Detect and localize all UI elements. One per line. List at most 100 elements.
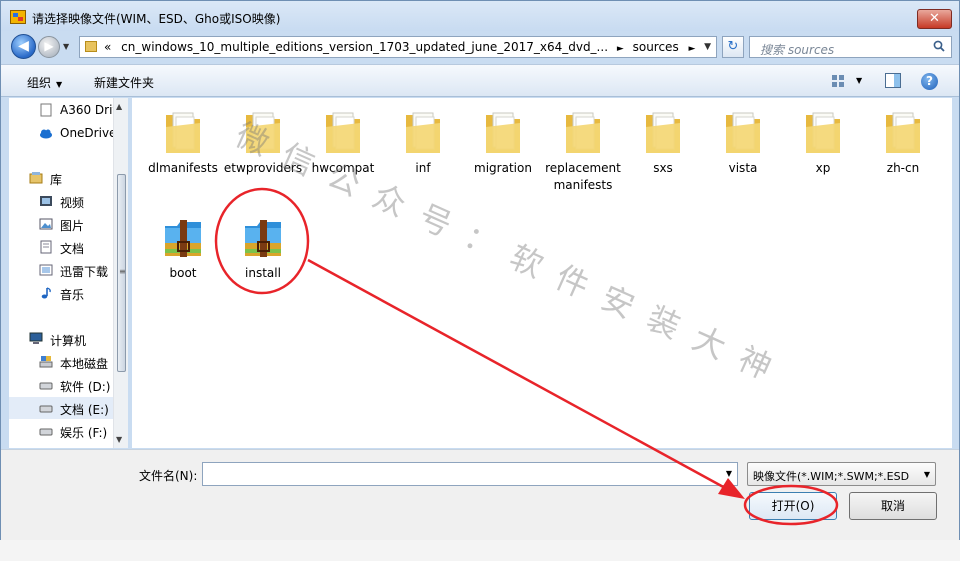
archive-icon <box>165 220 201 257</box>
file-item-migration[interactable]: migration <box>463 103 543 208</box>
dialog-footer: 文件名(N): ▼ 映像文件(*.WIM;*.SWM;*.ESD ▼ 打开(O)… <box>1 449 959 540</box>
video-icon <box>40 196 52 206</box>
document-icon <box>40 103 52 117</box>
search-icon[interactable] <box>933 40 945 52</box>
drive-icon <box>39 356 53 368</box>
sidebar-item-label: 文档 <box>60 242 85 256</box>
back-button[interactable]: ◀ <box>11 34 36 59</box>
folder-icon <box>806 112 840 153</box>
title-bar: 请选择映像文件(WIM、ESD、Gho或ISO映像) ✕ <box>1 1 959 31</box>
sidebar-item-pictures[interactable]: 图片 <box>9 213 115 235</box>
sidebar-item-label: 库 <box>50 173 63 187</box>
download-icon <box>39 264 53 276</box>
close-button[interactable]: ✕ <box>917 9 952 29</box>
file-item-vista[interactable]: vista <box>703 103 783 208</box>
folder-icon <box>406 112 440 153</box>
search-input[interactable]: 搜索 sources <box>749 36 952 58</box>
filename-input[interactable]: ▼ <box>202 462 738 486</box>
folder-icon <box>726 112 760 153</box>
file-name: xp <box>815 161 831 175</box>
sidebar-item-label: 文档 (E:) <box>60 403 109 417</box>
address-bar: ◀ ▶ ▼ « cn_windows_10_multiple_editions_… <box>1 31 959 63</box>
drive-icon <box>39 405 53 413</box>
recent-pages-dropdown[interactable]: ▼ <box>63 42 69 51</box>
folder-icon <box>566 112 600 153</box>
file-name: sxs <box>653 161 673 175</box>
file-item-hwcompat[interactable]: hwcompat <box>303 103 383 208</box>
sidebar-item-drive-d[interactable]: 软件 (D:) <box>9 374 115 396</box>
sidebar-item-library[interactable]: 库 <box>9 167 115 189</box>
file-item-install[interactable]: install <box>223 208 303 313</box>
window-bottom-edge <box>0 540 960 561</box>
refresh-button[interactable]: ↻ <box>722 36 744 58</box>
picture-icon <box>39 218 53 230</box>
sidebar-item-xunlei-downloads[interactable]: 迅雷下载 <box>9 259 115 281</box>
file-item-dlmanifests[interactable]: dlmanifests <box>143 103 223 208</box>
file-name: dlmanifests <box>148 161 218 175</box>
sidebar-item-label: 软件 (D:) <box>60 380 111 394</box>
app-icon <box>10 10 26 24</box>
chevron-down-icon[interactable]: ▼ <box>726 469 732 478</box>
sidebar-item-label: 视频 <box>60 196 85 210</box>
sidebar-item-documents[interactable]: 文档 <box>9 236 115 258</box>
file-item-zh-cn[interactable]: zh-cn <box>863 103 943 208</box>
sidebar-item-onedrive[interactable]: OneDrive <box>9 122 117 144</box>
folder-icon <box>486 112 520 153</box>
file-item-replacementmanifests[interactable]: replacementmanifests <box>543 103 623 208</box>
sidebar-item-local-disk[interactable]: 本地磁盘 <box>9 351 115 373</box>
breadcrumb-path: « cn_windows_10_multiple_editions_versio… <box>104 40 695 54</box>
file-item-sxs[interactable]: sxs <box>623 103 703 208</box>
file-item-boot[interactable]: boot <box>143 208 223 313</box>
drive-icon <box>39 428 53 436</box>
music-icon <box>41 287 51 299</box>
view-options-icon[interactable] <box>831 74 845 88</box>
breadcrumb-item-root[interactable]: cn_windows_10_multiple_editions_version_… <box>121 40 608 54</box>
sidebar-item-a360[interactable]: A360 Driv <box>9 99 120 121</box>
file-name: install <box>245 266 281 280</box>
forward-button[interactable]: ▶ <box>38 36 60 58</box>
window-title: 请选择映像文件(WIM、ESD、Gho或ISO映像) <box>32 12 281 26</box>
sidebar-item-label: 本地磁盘 <box>60 357 109 371</box>
scroll-grip-icon: ≡ <box>119 267 126 276</box>
chevron-right-icon[interactable]: ► <box>617 44 624 54</box>
folder-icon <box>166 112 200 153</box>
sidebar-item-videos[interactable]: 视频 <box>9 190 115 212</box>
cloud-icon <box>40 129 52 139</box>
drive-icon <box>39 382 53 390</box>
archive-icon <box>245 220 281 257</box>
chevron-down-icon[interactable]: ▼ <box>856 76 862 85</box>
address-dropdown[interactable]: ▼ <box>704 42 711 52</box>
sidebar-item-drive-f[interactable]: 娱乐 (F:) <box>9 420 115 442</box>
document-icon <box>40 240 52 254</box>
sidebar-item-computer[interactable]: 计算机 <box>9 328 115 350</box>
sidebar-item-label: OneDrive <box>60 126 117 140</box>
open-button[interactable]: 打开(O) <box>749 492 837 520</box>
cancel-button[interactable]: 取消 <box>849 492 937 520</box>
file-name: boot <box>169 266 197 280</box>
sidebar-item-label: 娱乐 (F:) <box>60 426 108 440</box>
breadcrumb[interactable]: « cn_windows_10_multiple_editions_versio… <box>79 36 717 58</box>
organize-label: 组织 <box>27 76 52 90</box>
filename-label: 文件名(N): <box>139 469 198 483</box>
breadcrumb-overflow[interactable]: « <box>104 40 111 54</box>
breadcrumb-item-sources[interactable]: sources <box>633 40 679 54</box>
chevron-right-icon[interactable]: ► <box>689 44 696 54</box>
preview-pane-icon[interactable] <box>885 73 901 88</box>
scroll-up-arrow-icon[interactable]: ▲ <box>116 102 122 111</box>
help-icon[interactable]: ? <box>921 73 938 90</box>
scroll-down-arrow-icon[interactable]: ▼ <box>116 435 122 444</box>
new-folder-button[interactable]: 新建文件夹 <box>94 74 154 91</box>
sidebar-item-label: 音乐 <box>60 288 85 302</box>
command-toolbar: 组织 ▼ 新建文件夹 ▼ ? <box>1 64 959 97</box>
file-item-etwproviders[interactable]: etwproviders <box>223 103 303 208</box>
file-open-dialog: 请选择映像文件(WIM、ESD、Gho或ISO映像) ✕ ◀ ▶ ▼ « cn_… <box>0 0 960 540</box>
chevron-down-icon: ▼ <box>56 80 63 89</box>
organize-menu[interactable]: 组织 ▼ <box>27 74 62 91</box>
file-type-select[interactable]: 映像文件(*.WIM;*.SWM;*.ESD ▼ <box>747 462 936 486</box>
file-item-inf[interactable]: inf <box>383 103 463 208</box>
file-item-xp[interactable]: xp <box>783 103 863 208</box>
folder-icon <box>246 112 280 153</box>
computer-icon <box>29 332 43 344</box>
sidebar-item-drive-e[interactable]: 文档 (E:) <box>9 397 115 419</box>
sidebar-item-music[interactable]: 音乐 <box>9 282 115 304</box>
